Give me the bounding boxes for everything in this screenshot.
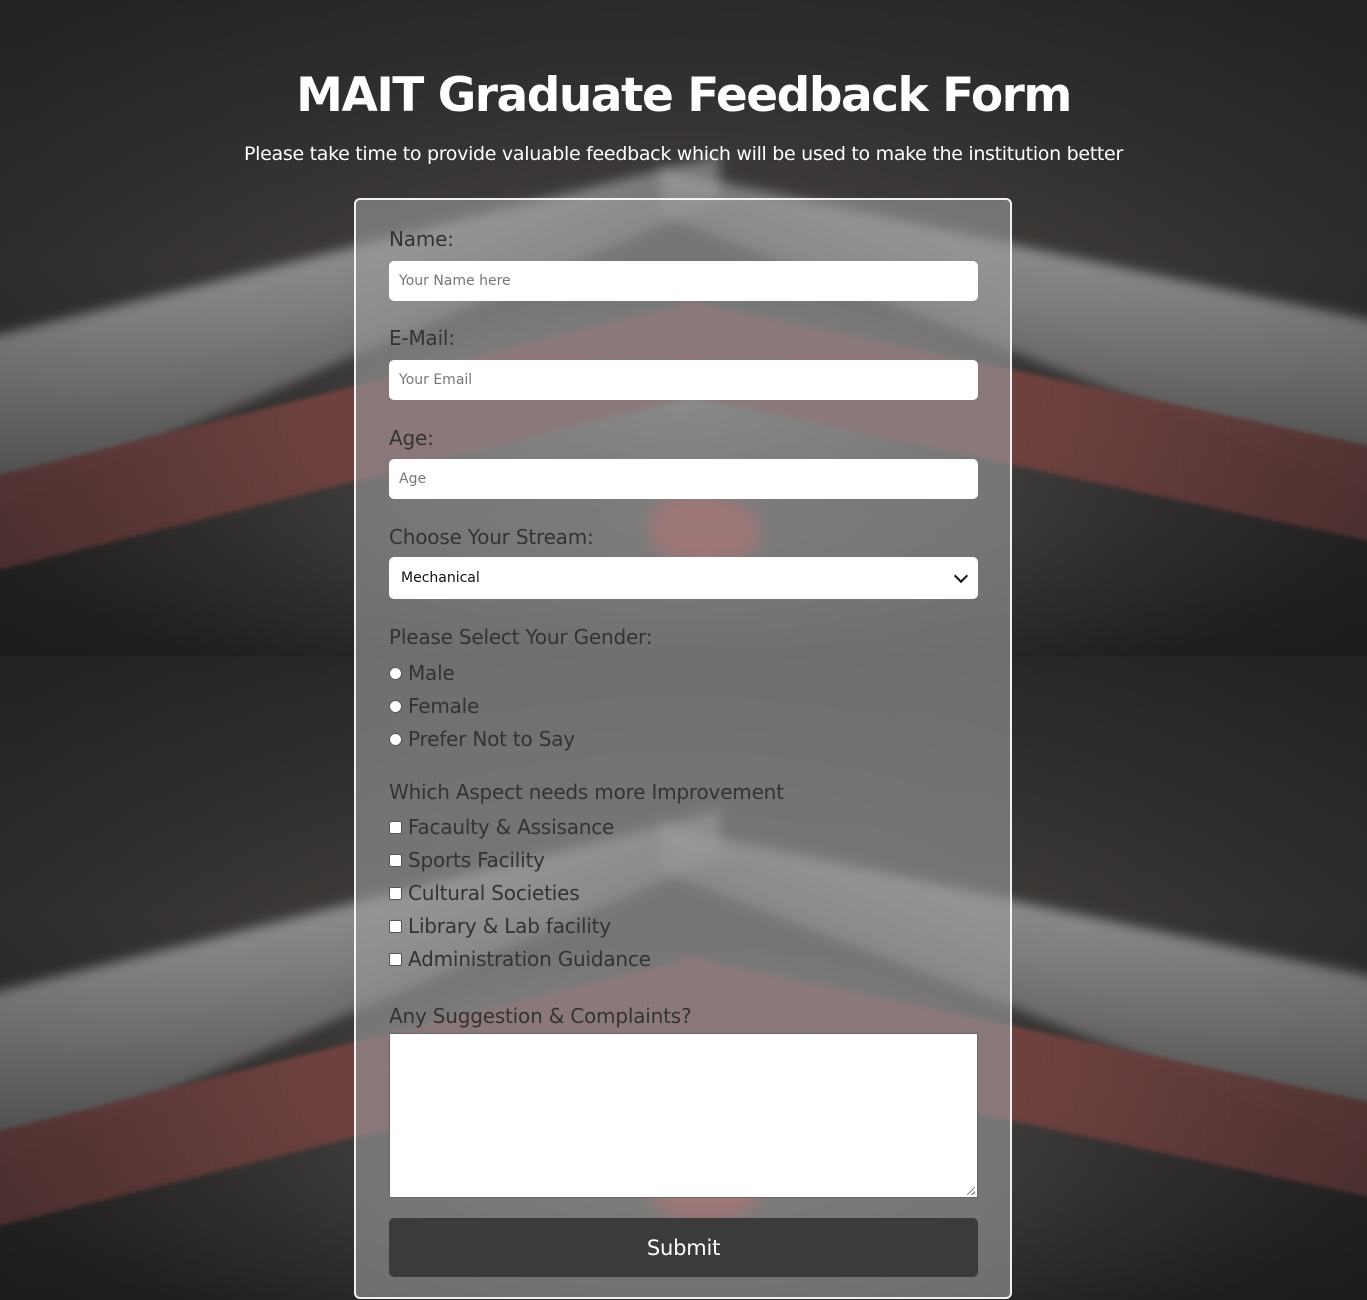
name-input[interactable] xyxy=(389,261,978,301)
suggestions-textarea[interactable] xyxy=(389,1033,978,1198)
stream-selected-value: Mechanical xyxy=(401,570,480,586)
improvement-option-cultural[interactable]: Cultural Societies xyxy=(389,880,580,906)
checkbox[interactable] xyxy=(389,952,402,966)
gender-option-label: Female xyxy=(408,694,480,718)
improvement-option-administration[interactable]: Administration Guidance xyxy=(389,946,651,972)
checkbox[interactable] xyxy=(389,853,402,867)
gender-option-label: Male xyxy=(408,661,455,685)
suggestions-label: Any Suggestion & Complaints? xyxy=(389,1004,692,1028)
improvement-option-faculty[interactable]: Facaulty & Assisance xyxy=(389,814,614,840)
submit-button-label: Submit xyxy=(646,1235,721,1260)
radio-button[interactable] xyxy=(389,732,402,746)
email-label: E-Mail: xyxy=(389,326,455,350)
gender-label: Please Select Your Gender: xyxy=(389,625,653,649)
gender-option-female[interactable]: Female xyxy=(389,693,479,719)
improvement-option-label: Library & Lab facility xyxy=(408,914,611,938)
checkbox[interactable] xyxy=(389,886,402,900)
page-header: MAIT Graduate Feedback Form Please take … xyxy=(0,66,1367,166)
improvement-option-library[interactable]: Library & Lab facility xyxy=(389,913,611,939)
improvement-option-label: Facaulty & Assisance xyxy=(408,815,615,839)
feedback-form: Name: E-Mail: Age: Choose Your Stream: M… xyxy=(354,198,1012,1299)
stream-select[interactable]: Mechanical xyxy=(389,557,978,599)
gender-option-prefer-not[interactable]: Prefer Not to Say xyxy=(389,726,575,752)
improvement-option-sports[interactable]: Sports Facility xyxy=(389,847,545,873)
gender-option-male[interactable]: Male xyxy=(389,660,455,686)
stream-label: Choose Your Stream: xyxy=(389,525,594,549)
page-subtitle: Please take time to provide valuable fee… xyxy=(244,143,1123,165)
improvement-option-label: Cultural Societies xyxy=(408,881,580,905)
radio-button[interactable] xyxy=(389,699,402,713)
checkbox[interactable] xyxy=(389,820,402,834)
improvement-option-label: Administration Guidance xyxy=(408,947,651,971)
radio-button[interactable] xyxy=(389,666,402,680)
submit-button[interactable]: Submit xyxy=(389,1218,978,1277)
email-input[interactable] xyxy=(389,360,978,400)
gender-option-label: Prefer Not to Say xyxy=(408,727,575,751)
age-input[interactable] xyxy=(389,459,978,499)
page-title: MAIT Graduate Feedback Form xyxy=(296,68,1072,123)
resize-handle-icon[interactable] xyxy=(967,1187,975,1195)
improvement-option-label: Sports Facility xyxy=(408,848,545,872)
age-label: Age: xyxy=(389,426,434,450)
chevron-down-icon xyxy=(953,568,969,583)
name-label: Name: xyxy=(389,227,454,251)
improvement-label: Which Aspect needs more Improvement xyxy=(389,780,784,804)
checkbox[interactable] xyxy=(389,919,402,933)
